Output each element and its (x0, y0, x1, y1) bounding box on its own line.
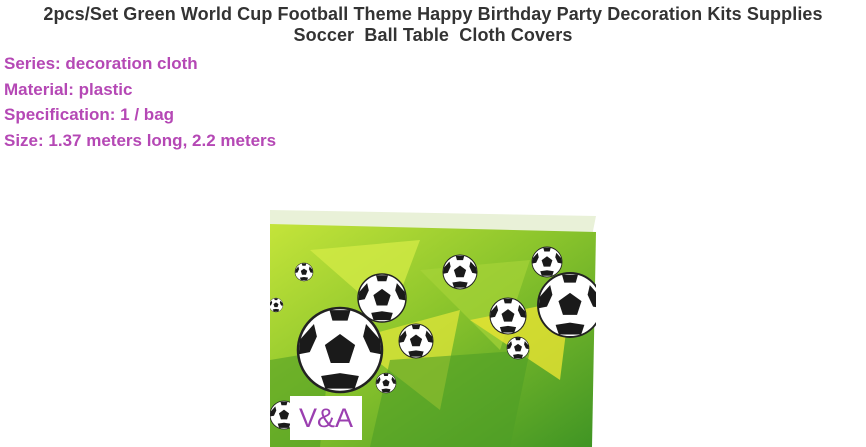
spec-specification: Specification: 1 / bag (4, 105, 175, 124)
watermark-logo: V&A (290, 396, 362, 440)
product-title-line-1: 2pcs/Set Green World Cup Football Theme … (43, 4, 823, 24)
spec-size: Size: 1.37 meters long, 2.2 meters (4, 130, 277, 150)
product-title: 2pcs/Set Green World Cup Football Theme … (0, 4, 866, 46)
spec-material: Material: plastic (4, 79, 133, 99)
spec-list: Series: decoration cloth Material: plast… (4, 51, 276, 153)
spec-series: Series: decoration cloth (4, 54, 198, 73)
product-title-line-2: Soccer Ball Table Cloth Covers (293, 25, 573, 45)
